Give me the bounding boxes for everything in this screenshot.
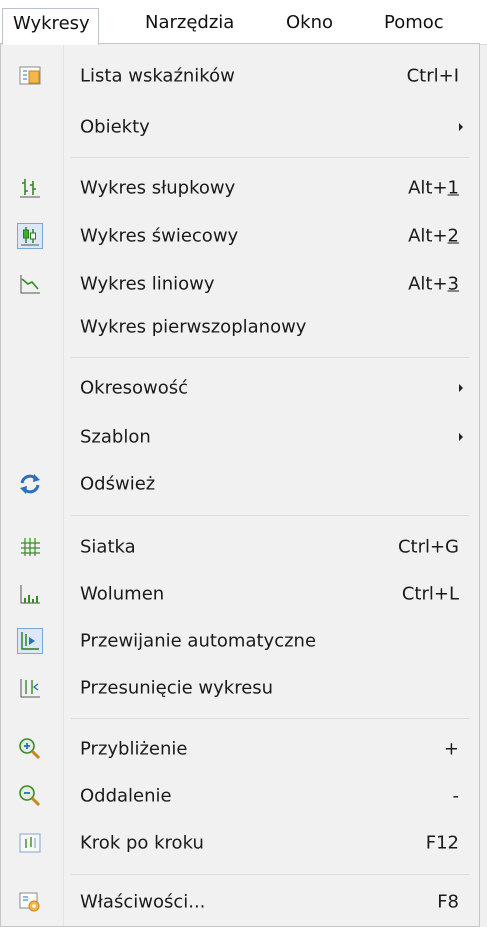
menu-item-przewijanie-automatyczne[interactable]: Przewijanie automatyczne bbox=[1, 619, 479, 663]
menu-item-label: Wykres pierwszoplanowy bbox=[80, 316, 307, 338]
menu-wykresy[interactable]: Wykresy bbox=[2, 8, 99, 45]
menu-item-odswiez[interactable]: Odśwież bbox=[1, 462, 479, 506]
menu-item-shortcut: Ctrl+L bbox=[401, 583, 459, 605]
menu-item-label: Oddalenie bbox=[80, 785, 172, 807]
menu-item-label: Obiekty bbox=[80, 116, 150, 138]
menu-item-label: Wykres świecowy bbox=[80, 225, 239, 247]
submenu-arrow-icon bbox=[459, 123, 463, 131]
menu-item-shortcut: Ctrl+I bbox=[406, 65, 459, 87]
chart-shift-icon bbox=[17, 675, 43, 701]
line-chart-icon bbox=[17, 271, 43, 297]
refresh-icon bbox=[17, 471, 43, 497]
menu-separator bbox=[71, 157, 469, 158]
menu-item-obiekty[interactable]: Obiekty bbox=[1, 105, 479, 149]
menu-item-label: Wykres słupkowy bbox=[80, 177, 236, 199]
menu-item-label: Lista wskaźników bbox=[80, 65, 235, 87]
menu-item-oddalenie[interactable]: Oddalenie - bbox=[1, 774, 479, 818]
menu-item-label: Wolumen bbox=[80, 583, 165, 605]
menu-item-shortcut: Ctrl+G bbox=[397, 536, 459, 558]
menu-bar: Wykresy Narzędzia Okno Pomoc bbox=[0, 0, 487, 45]
menu-item-shortcut: F8 bbox=[437, 891, 459, 913]
menu-item-wykres-pierwszoplanowy[interactable]: Wykres pierwszoplanowy bbox=[1, 305, 479, 349]
menu-item-wolumen[interactable]: Wolumen Ctrl+L bbox=[1, 572, 479, 616]
menu-item-siatka[interactable]: Siatka Ctrl+G bbox=[1, 525, 479, 569]
menu-item-label: Siatka bbox=[80, 536, 136, 558]
menu-item-label: Szablon bbox=[80, 426, 151, 448]
menu-item-lista-wskaznikow[interactable]: Lista wskaźników Ctrl+I bbox=[1, 54, 479, 98]
menu-okno[interactable]: Okno bbox=[286, 8, 333, 38]
bar-chart-icon bbox=[17, 175, 43, 201]
menu-item-label: Przybliżenie bbox=[80, 738, 188, 760]
menu-item-label: Odśwież bbox=[80, 473, 156, 495]
volume-icon bbox=[17, 581, 43, 607]
grid-icon bbox=[17, 534, 43, 560]
menu-separator bbox=[71, 718, 469, 719]
candlestick-chart-icon bbox=[17, 223, 43, 249]
menu-item-przesuniecie-wykresu[interactable]: Przesunięcie wykresu bbox=[1, 666, 479, 710]
menu-item-label: Krok po kroku bbox=[80, 832, 204, 854]
menu-pomoc[interactable]: Pomoc bbox=[384, 8, 444, 38]
zoom-out-icon bbox=[17, 783, 43, 809]
menu-item-shortcut: + bbox=[443, 738, 459, 760]
menu-item-wykres-slupkowy[interactable]: Wykres słupkowy Alt+1 bbox=[1, 166, 479, 210]
menu-item-szablon[interactable]: Szablon bbox=[1, 415, 479, 459]
menu-item-label: Okresowość bbox=[80, 377, 189, 399]
menu-narzedzia[interactable]: Narzędzia bbox=[145, 8, 234, 38]
menu-item-label: Przesunięcie wykresu bbox=[80, 677, 274, 699]
menu-item-przyblizenie[interactable]: Przybliżenie + bbox=[1, 727, 479, 771]
menu-item-shortcut: - bbox=[452, 785, 460, 807]
menu-item-shortcut: Alt+1 bbox=[408, 177, 459, 199]
menu-item-label: Wykres liniowy bbox=[80, 273, 215, 295]
menu-item-label: Właściwości... bbox=[80, 891, 206, 913]
menu-separator bbox=[71, 515, 469, 516]
wykresy-dropdown-menu: Lista wskaźników Ctrl+I Obiekty Wykres s… bbox=[0, 43, 480, 927]
menu-item-wykres-liniowy[interactable]: Wykres liniowy Alt+3 bbox=[1, 262, 479, 306]
properties-icon bbox=[17, 889, 43, 915]
auto-scroll-icon bbox=[17, 628, 43, 654]
menu-item-shortcut: Alt+3 bbox=[408, 273, 459, 295]
step-by-step-icon bbox=[17, 830, 43, 856]
menu-separator bbox=[71, 874, 469, 875]
menu-item-shortcut: Alt+2 bbox=[408, 225, 459, 247]
menu-item-wykres-swiecowy[interactable]: Wykres świecowy Alt+2 bbox=[1, 214, 479, 258]
menu-item-okresowosc[interactable]: Okresowość bbox=[1, 366, 479, 410]
submenu-arrow-icon bbox=[459, 384, 463, 392]
menu-item-label: Przewijanie automatyczne bbox=[80, 630, 317, 652]
menu-item-krok-po-kroku[interactable]: Krok po kroku F12 bbox=[1, 821, 479, 865]
menu-item-shortcut: F12 bbox=[425, 832, 459, 854]
menu-separator bbox=[71, 357, 469, 358]
zoom-in-icon bbox=[17, 736, 43, 762]
indicator-list-icon bbox=[17, 63, 43, 89]
submenu-arrow-icon bbox=[459, 433, 463, 441]
menu-item-wlasciwosci[interactable]: Właściwości... F8 bbox=[1, 880, 479, 924]
